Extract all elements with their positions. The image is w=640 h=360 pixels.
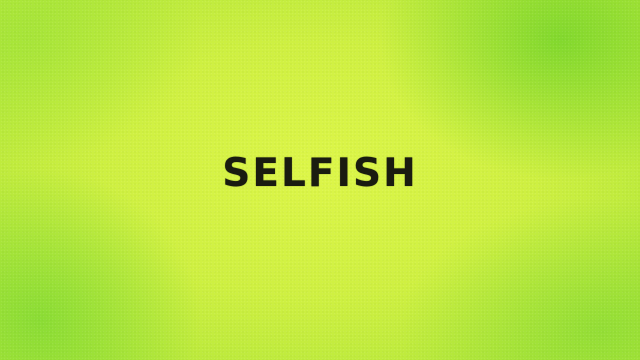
title-card-background: SELFISH [0,0,640,360]
title-text: SELFISH [222,151,418,196]
